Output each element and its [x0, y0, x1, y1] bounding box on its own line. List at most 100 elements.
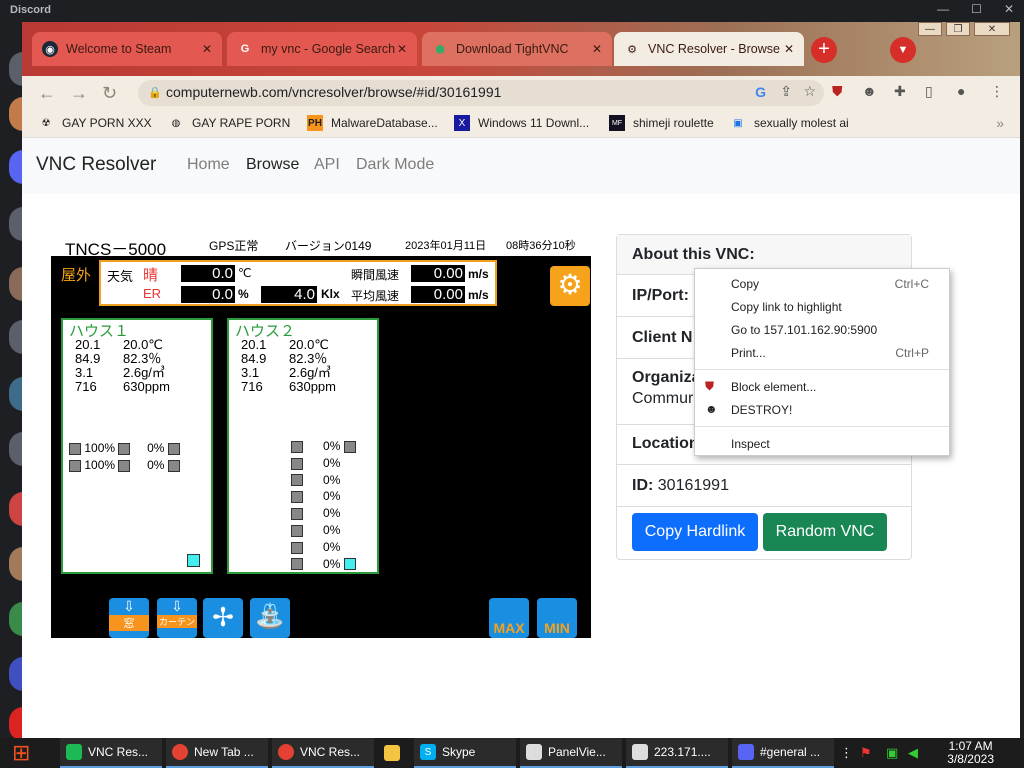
bookmark-item[interactable]: ▣ sexually molest ai: [730, 115, 848, 131]
server-icon[interactable]: [9, 547, 23, 581]
reload-icon[interactable]: ↻: [102, 83, 117, 104]
vnc-model: TNCS－5000: [65, 240, 167, 259]
minimize-icon[interactable]: —: [918, 22, 942, 36]
copy-hardlink-button[interactable]: Copy Hardlink: [632, 513, 758, 551]
server-icon[interactable]: [9, 150, 23, 184]
minimize-icon[interactable]: —: [937, 2, 949, 16]
discord-title: Discord: [10, 4, 51, 16]
close-tab-icon[interactable]: ✕: [397, 42, 407, 56]
vnc-id-value: 30161991: [657, 477, 729, 494]
context-go-to[interactable]: Go to 157.101.162.90:5900: [731, 323, 941, 337]
tab-google-search[interactable]: G my vnc - Google Search ✕: [227, 32, 417, 66]
menu-separator: [695, 369, 949, 370]
bookmark-star-icon[interactable]: ☆: [803, 83, 816, 100]
server-icon[interactable]: [9, 267, 23, 301]
ublock-icon[interactable]: ⛊: [832, 83, 843, 100]
bookmark-item[interactable]: X Windows 11 Downl...: [454, 115, 589, 131]
tab-strip: — ❐ ✕ ◉ Welcome to Steam ✕ G my vnc - Go…: [22, 22, 1020, 76]
taskbar-item[interactable]: PanelVie...: [520, 738, 622, 768]
share-icon[interactable]: ⇪: [780, 83, 792, 100]
taskbar-item[interactable]: 223.171....: [626, 738, 728, 768]
server-icon[interactable]: [9, 602, 23, 636]
server-icon[interactable]: [9, 377, 23, 411]
context-block-element[interactable]: Block element...: [731, 380, 941, 394]
bookmark-item[interactable]: ◍ GAY RAPE PORN: [168, 115, 291, 131]
bookmark-label: shimeji roulette: [633, 116, 714, 130]
tab-tightvnc[interactable]: ⬢ Download TightVNC ✕: [422, 32, 612, 66]
close-icon[interactable]: ✕: [974, 22, 1010, 36]
server-icon[interactable]: [9, 97, 23, 131]
nav-api[interactable]: API: [314, 156, 340, 174]
close-tab-icon[interactable]: ✕: [784, 42, 794, 56]
overflow-icon[interactable]: ⋮: [840, 745, 853, 761]
nav-home[interactable]: Home: [187, 156, 230, 174]
profile-icon[interactable]: ●: [957, 83, 965, 99]
destroy-avatar-icon: ☻: [705, 402, 718, 416]
server-icon[interactable]: [9, 657, 23, 691]
vnc-lux-unit: Klx: [321, 287, 340, 301]
forward-icon[interactable]: →: [70, 83, 88, 104]
nav-browse[interactable]: Browse: [246, 156, 299, 174]
server-icon[interactable]: [9, 492, 23, 526]
taskbar-item[interactable]: S Skype: [414, 738, 516, 768]
server-icon[interactable]: [9, 320, 23, 354]
side-panel-icon[interactable]: ▯: [925, 83, 933, 100]
context-inspect[interactable]: Inspect: [731, 437, 941, 451]
new-tab-button[interactable]: +: [811, 37, 837, 63]
server-icon[interactable]: [9, 52, 23, 86]
taskbar-item[interactable]: VNC Res...: [272, 738, 374, 768]
tab-label: my vnc - Google Search: [261, 42, 396, 56]
server-icon[interactable]: [9, 207, 23, 241]
site-brand[interactable]: VNC Resolver: [36, 154, 156, 176]
close-tab-icon[interactable]: ✕: [202, 42, 212, 56]
extension-avatar-icon[interactable]: ☻: [862, 83, 877, 99]
vnc-gust-unit: m/s: [468, 267, 489, 281]
url-text: computernewb.com/vncresolver/browse/#id/…: [166, 84, 502, 100]
start-button[interactable]: ⊞: [0, 738, 52, 768]
context-destroy[interactable]: DESTROY!: [731, 403, 941, 417]
taskbar-item[interactable]: [378, 738, 410, 768]
ai-icon: ▣: [733, 117, 743, 129]
network-icon[interactable]: ▣: [886, 745, 898, 761]
extensions-icon[interactable]: ✚: [894, 83, 906, 100]
tab-search-button[interactable]: ▼: [890, 37, 916, 63]
lock-icon[interactable]: 🔒: [148, 86, 162, 99]
context-print[interactable]: Print... Ctrl+P: [731, 346, 941, 360]
close-icon[interactable]: ✕: [1004, 2, 1014, 16]
menu-icon[interactable]: ⋮: [990, 83, 1004, 100]
vnc-settings-gear-icon: ⚙: [550, 266, 590, 306]
restore-icon[interactable]: ❐: [946, 22, 970, 36]
random-vnc-button[interactable]: Random VNC: [763, 513, 887, 551]
tab-steam[interactable]: ◉ Welcome to Steam ✕: [32, 32, 222, 66]
context-copy[interactable]: Copy Ctrl+C: [731, 277, 941, 291]
browser-toolbar: ← → ↻ 🔒 computernewb.com/vncresolver/bro…: [22, 76, 1020, 110]
flag-icon[interactable]: ⚑: [860, 745, 872, 761]
bookmark-item[interactable]: MF shimeji roulette: [609, 115, 714, 131]
back-icon[interactable]: ←: [38, 83, 56, 104]
maximize-icon[interactable]: ☐: [971, 2, 982, 16]
discord-window-controls: — ☐ ✕: [937, 2, 1014, 16]
bookmark-item[interactable]: PH MalwareDatabase...: [307, 115, 438, 131]
folder-icon: [384, 745, 400, 761]
taskbar-item[interactable]: New Tab ...: [166, 738, 268, 768]
bookmarks-overflow-icon[interactable]: »: [996, 115, 1004, 131]
taskbar-item[interactable]: VNC Res...: [60, 738, 162, 768]
taskbar-item[interactable]: #general ...: [732, 738, 834, 768]
chrome-icon: [278, 744, 294, 760]
system-clock[interactable]: 1:07 AM 3/8/2023: [947, 740, 994, 766]
address-bar[interactable]: 🔒 computernewb.com/vncresolver/browse/#i…: [138, 80, 824, 106]
close-tab-icon[interactable]: ✕: [592, 42, 602, 56]
tab-vnc-resolver[interactable]: ⚙ VNC Resolver - Browse ✕: [614, 32, 804, 66]
panelview-icon: [526, 744, 542, 760]
vnc-version: バージョン0149: [285, 239, 372, 253]
google-lens-icon[interactable]: G: [755, 84, 766, 100]
vnc-avg-unit: m/s: [468, 288, 489, 302]
server-icon[interactable]: [9, 432, 23, 466]
bookmark-item[interactable]: ☢ GAY PORN XXX: [38, 115, 152, 131]
vnc-header: TNCS－5000 GPS正常 バージョン0149 2023年01月11日 08…: [51, 234, 591, 259]
mft-icon: MF: [609, 115, 625, 131]
server-icon[interactable]: [9, 707, 23, 741]
context-copy-link[interactable]: Copy link to highlight: [731, 300, 941, 314]
volume-icon[interactable]: ◀: [908, 745, 918, 761]
nav-dark-mode[interactable]: Dark Mode: [356, 156, 434, 174]
